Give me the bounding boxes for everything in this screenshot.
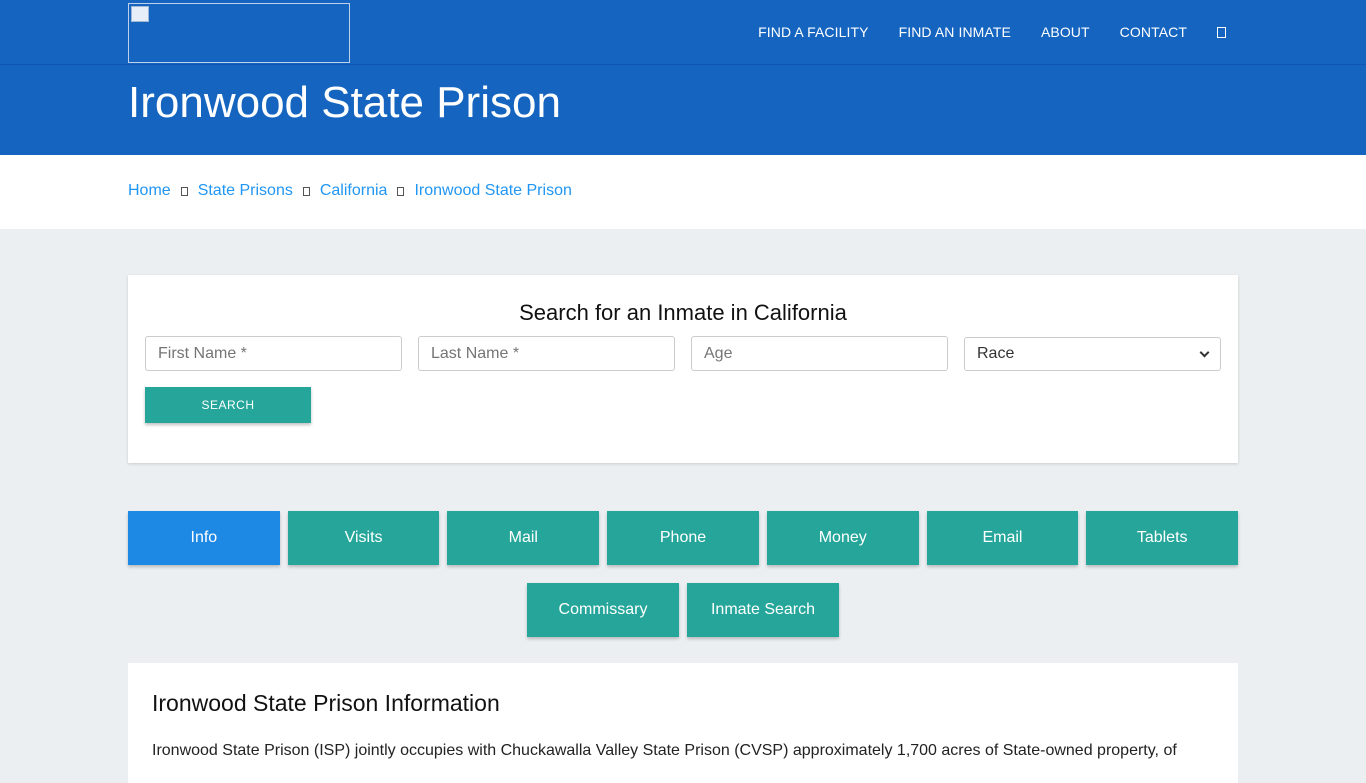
inmate-search-card: Search for an Inmate in California Race …	[128, 275, 1238, 463]
header-divider	[0, 64, 1366, 65]
search-icon[interactable]	[1217, 26, 1226, 38]
chevron-down-icon	[1199, 347, 1210, 357]
tab-info[interactable]: Info	[128, 511, 280, 565]
header: FIND A FACILITY FIND AN INMATE ABOUT CON…	[0, 0, 1366, 155]
info-tabs: Info Visits Mail Phone Money Email Table…	[128, 511, 1239, 565]
tab-mail[interactable]: Mail	[447, 511, 600, 565]
search-button[interactable]: SEARCH	[145, 387, 311, 423]
race-select-value: Race	[977, 345, 1015, 362]
breadcrumb-home[interactable]: Home	[128, 182, 171, 200]
nav-find-inmate[interactable]: FIND AN INMATE	[899, 24, 1011, 40]
tab-inmate-search[interactable]: Inmate Search	[687, 583, 839, 637]
search-title: Search for an Inmate in California	[519, 300, 847, 325]
breadcrumb-separator-icon	[302, 186, 310, 196]
tab-commissary[interactable]: Commissary	[527, 583, 679, 637]
site-logo[interactable]	[128, 3, 350, 63]
breadcrumb-bar: Home State Prisons California Ironwood S…	[0, 155, 1366, 229]
tab-phone[interactable]: Phone	[607, 511, 759, 565]
breadcrumb-separator-icon	[397, 186, 405, 196]
main-nav: FIND A FACILITY FIND AN INMATE ABOUT CON…	[728, 0, 1226, 64]
page-title: Ironwood State Prison	[128, 78, 561, 127]
breadcrumb: Home State Prisons California Ironwood S…	[128, 182, 572, 200]
info-text: Ironwood State Prison (ISP) jointly occu…	[152, 742, 1177, 759]
info-tabs-row2: Commissary Inmate Search	[527, 583, 839, 637]
tab-email[interactable]: Email	[926, 511, 1079, 565]
nav-find-facility[interactable]: FIND A FACILITY	[758, 24, 868, 40]
info-section: Ironwood State Prison Information Ironwo…	[128, 663, 1238, 783]
race-select[interactable]: Race	[964, 337, 1221, 371]
tab-tablets[interactable]: Tablets	[1086, 511, 1239, 565]
info-title: Ironwood State Prison Information	[152, 690, 500, 716]
breadcrumb-california[interactable]: California	[320, 182, 388, 200]
breadcrumb-separator-icon	[180, 186, 188, 196]
tab-money[interactable]: Money	[766, 511, 919, 565]
nav-about[interactable]: ABOUT	[1041, 24, 1090, 40]
breadcrumb-current[interactable]: Ironwood State Prison	[414, 182, 571, 200]
last-name-input[interactable]	[418, 336, 675, 371]
first-name-input[interactable]	[145, 336, 402, 371]
broken-image-icon	[131, 6, 149, 22]
age-input[interactable]	[691, 336, 948, 371]
tab-visits[interactable]: Visits	[287, 511, 440, 565]
nav-contact[interactable]: CONTACT	[1120, 24, 1187, 40]
breadcrumb-state-prisons[interactable]: State Prisons	[198, 182, 293, 200]
